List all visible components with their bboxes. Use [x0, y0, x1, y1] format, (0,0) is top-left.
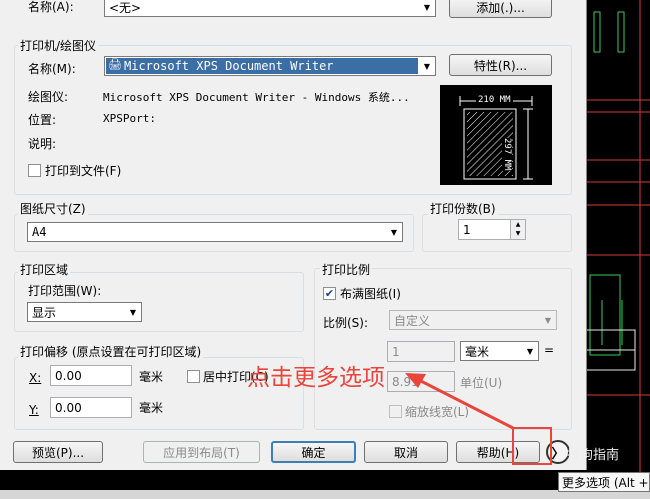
taskbar	[0, 490, 650, 499]
watermark-text: 搜狗指南	[567, 448, 620, 463]
more-options-tooltip: 更多选项 (Alt +	[558, 472, 650, 492]
tooltip-text: 更多选项 (Alt +	[562, 475, 649, 490]
annotation-text: 点击更多选项	[247, 365, 385, 391]
annotation-arrow-line	[414, 376, 514, 430]
annotation-overlay	[405, 373, 552, 465]
highlight-box	[512, 427, 552, 465]
